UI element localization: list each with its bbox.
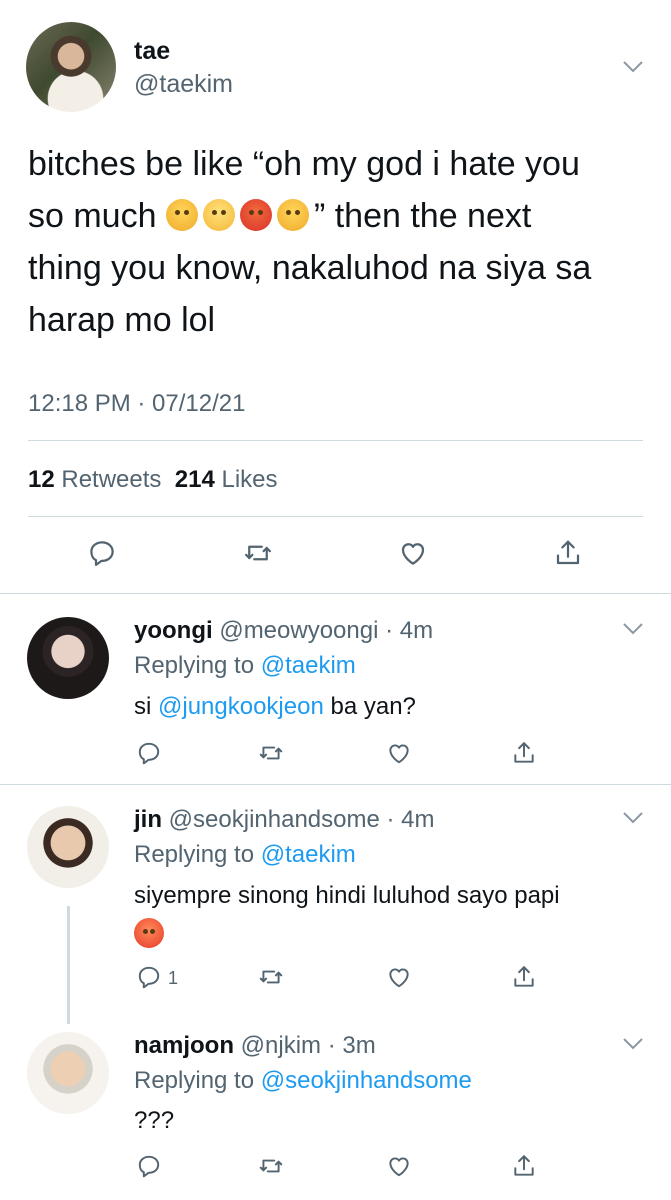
tweet-timestamp[interactable]: 12:18 PM · 07/12/21 [28, 390, 245, 418]
divider [0, 784, 671, 785]
tweet-text-fragment: so much [28, 197, 166, 235]
like-icon[interactable] [386, 964, 412, 990]
tweet-stats: 12 Retweets 214 Likes [28, 466, 278, 494]
replying-to: Replying to @seokjinhandsome [134, 1067, 472, 1095]
author-name[interactable]: tae [134, 37, 170, 66]
tweet-text-line: bitches be like “oh my god i hate you [28, 145, 580, 183]
chevron-down-icon[interactable] [622, 811, 644, 825]
reply-author-handle[interactable]: @meowyoongi [219, 617, 378, 644]
reply-time[interactable]: · 3m [328, 1032, 376, 1059]
reply-icon[interactable] [136, 1153, 162, 1179]
retweet-icon[interactable] [258, 740, 284, 766]
chevron-down-icon[interactable] [622, 1037, 644, 1051]
reply-author-handle[interactable]: @njkim [241, 1032, 321, 1059]
reply-author-name[interactable]: jin [134, 806, 162, 833]
tweet-text-line: thing you know, nakaluhod na siya sa [28, 249, 592, 287]
chevron-down-icon[interactable] [622, 622, 644, 636]
reply-text: siyempre sinong hindi luluhod sayo papi [134, 882, 560, 909]
replying-to-link[interactable]: @seokjinhandsome [261, 1067, 472, 1094]
mention-link[interactable]: @jungkookjeon [158, 693, 324, 720]
reply-header: jin @seokjinhandsome · 4m [134, 806, 435, 834]
tweet-text: bitches be like “oh my god i hate you so… [28, 138, 648, 346]
tweet-text-line: harap mo lol [28, 301, 216, 339]
reply-text: si @jungkookjeon ba yan? [134, 690, 416, 724]
reply-avatar[interactable] [27, 617, 109, 699]
share-icon[interactable] [511, 1153, 537, 1179]
reply-time[interactable]: · 4m [385, 617, 433, 644]
share-icon[interactable] [511, 740, 537, 766]
reply-author-name[interactable]: namjoon [134, 1032, 234, 1059]
replying-prefix: Replying to [134, 841, 261, 868]
like-icon[interactable] [398, 538, 428, 568]
like-label: Likes [221, 466, 278, 493]
thread-line [67, 906, 70, 1024]
divider [28, 516, 643, 517]
like-stat[interactable]: 214 Likes [175, 466, 278, 493]
reply-icon[interactable] [87, 538, 117, 568]
reply-count: 1 [168, 968, 179, 988]
reply-text: ??? [134, 1107, 175, 1134]
reply-time[interactable]: · 4m [387, 806, 435, 833]
reply-text-fragment: ba yan? [323, 693, 416, 720]
replying-prefix: Replying to [134, 652, 261, 679]
like-icon[interactable] [386, 740, 412, 766]
steam-nose-emoji-icon [276, 199, 309, 231]
retweet-icon[interactable] [258, 1153, 284, 1179]
reply-header: yoongi @meowyoongi · 4m [134, 617, 433, 645]
replying-to-link[interactable]: @taekim [261, 841, 356, 868]
reply-author-handle[interactable]: @seokjinhandsome [169, 806, 380, 833]
angry-face-emoji-icon [165, 199, 198, 231]
author-avatar[interactable] [26, 22, 116, 112]
reply-header: namjoon @njkim · 3m [134, 1032, 376, 1060]
chevron-down-icon[interactable] [622, 60, 644, 74]
replying-to: Replying to @taekim [134, 652, 356, 680]
reply-text-fragment: si [134, 693, 158, 720]
retweet-icon[interactable] [243, 538, 273, 568]
share-icon[interactable] [553, 538, 583, 568]
replying-to-link[interactable]: @taekim [261, 652, 356, 679]
pouting-face-emoji-icon [239, 199, 272, 231]
author-handle[interactable]: @taekim [134, 70, 233, 99]
divider [0, 593, 671, 594]
reply-avatar[interactable] [27, 1032, 109, 1114]
share-icon[interactable] [511, 964, 537, 990]
retweet-icon[interactable] [258, 964, 284, 990]
replying-prefix: Replying to [134, 1067, 261, 1094]
retweet-label: Retweets [61, 466, 162, 493]
replying-to: Replying to @taekim [134, 841, 356, 869]
reply-avatar[interactable] [27, 806, 109, 888]
retweet-count: 12 [28, 466, 55, 493]
reply-icon[interactable] [136, 740, 162, 766]
tweet-text-fragment: ” then the next [313, 197, 532, 235]
divider [28, 440, 643, 441]
like-count: 214 [174, 466, 215, 493]
reply-author-name[interactable]: yoongi [134, 617, 213, 644]
reply-icon[interactable] [136, 964, 162, 990]
retweet-stat[interactable]: 12 Retweets [28, 466, 161, 493]
tweet-text-line: so much ” then the next [28, 190, 648, 242]
like-icon[interactable] [386, 1153, 412, 1179]
hot-face-emoji-icon [134, 918, 164, 948]
eye-roll-emoji-icon [202, 199, 235, 231]
